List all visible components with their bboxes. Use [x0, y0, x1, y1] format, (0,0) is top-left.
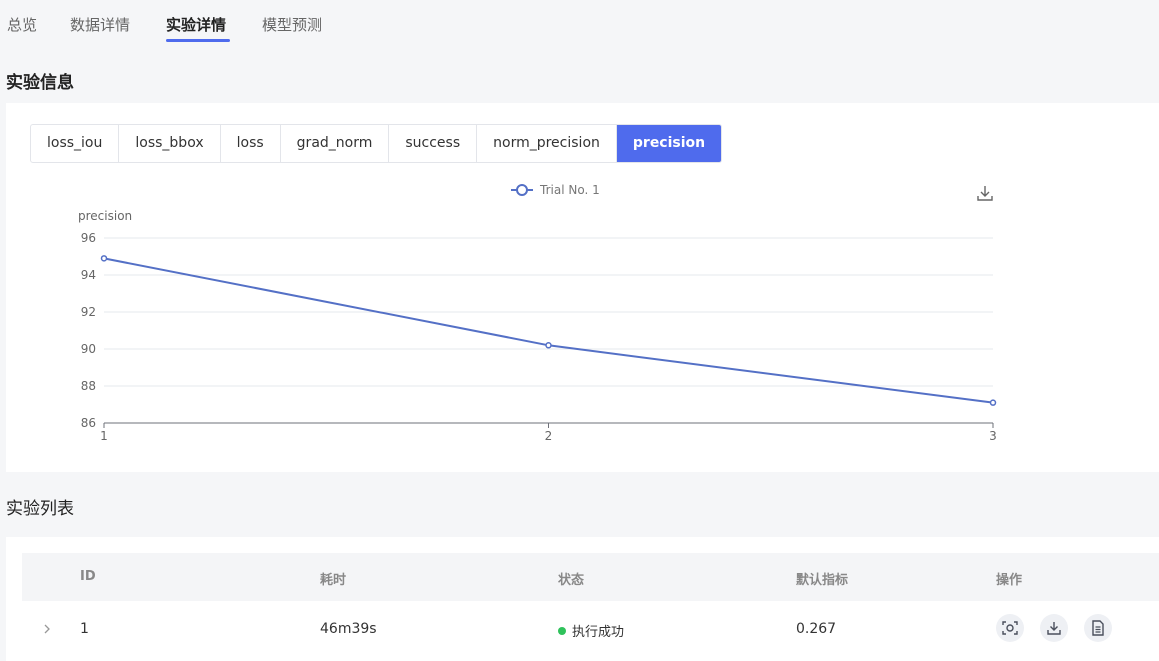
y-tick-label: 86 [81, 416, 96, 430]
column-header-metric: 默认指标 [796, 573, 849, 588]
y-tick-label: 94 [81, 268, 96, 282]
experiment-list-title: 实验列表 [6, 499, 74, 519]
legend-marker [516, 184, 528, 196]
metric-tab-precision[interactable]: precision [616, 125, 722, 162]
tab-experiment-details[interactable]: 实验详情 [166, 14, 226, 35]
screenshot-icon[interactable] [996, 614, 1024, 642]
y-axis-label: precision [78, 209, 132, 223]
row-id: 1 [80, 621, 89, 637]
column-header-duration: 耗时 [320, 573, 347, 588]
x-tick-label: 1 [100, 429, 108, 443]
metric-tab-group: loss_iou loss_bbox loss grad_norm succes… [30, 124, 723, 163]
data-point [100, 255, 108, 262]
tab-overview[interactable]: 总览 [7, 14, 37, 35]
tab-data-details[interactable]: 数据详情 [70, 14, 130, 35]
metric-tab-success[interactable]: success [389, 125, 478, 162]
x-tick-label: 2 [545, 429, 553, 443]
table-header: ID 耗时 状态 默认指标 操作 [22, 553, 1159, 601]
metric-tab-grad-norm[interactable]: grad_norm [281, 125, 390, 162]
column-header-actions: 操作 [996, 573, 1023, 588]
data-point [989, 399, 997, 406]
download-icon[interactable] [976, 184, 996, 204]
download-icon[interactable] [1040, 614, 1068, 642]
row-metric: 0.267 [796, 621, 837, 637]
experiment-info-title: 实验信息 [6, 73, 74, 93]
column-header-id: ID [80, 569, 96, 584]
metric-tab-norm-precision[interactable]: norm_precision [477, 125, 617, 162]
metric-tab-loss[interactable]: loss [221, 125, 281, 162]
status-text: 执行成功 [572, 625, 625, 640]
document-icon[interactable] [1084, 614, 1112, 642]
y-tick-label: 90 [81, 342, 96, 356]
y-tick-label: 88 [81, 379, 96, 393]
top-tab-bar: 总览 数据详情 实验详情 模型预测 [0, 0, 1159, 44]
legend-label: Trial No. 1 [539, 183, 600, 197]
chevron-right-icon[interactable] [42, 621, 54, 635]
series-line-trial-1 [103, 257, 994, 404]
data-point [545, 342, 552, 349]
x-tick-label: 3 [989, 429, 997, 443]
metric-tab-loss-iou[interactable]: loss_iou [31, 125, 120, 162]
experiment-info-card: loss_iou loss_bbox loss grad_norm succes… [6, 103, 1159, 472]
active-tab-indicator [166, 39, 230, 42]
status-dot-icon [558, 627, 566, 635]
column-header-status: 状态 [558, 573, 585, 588]
tab-model-prediction[interactable]: 模型预测 [262, 14, 322, 35]
metric-tab-loss-bbox[interactable]: loss_bbox [119, 125, 221, 162]
table-row[interactable]: 1 46m39s 执行成功 0.267 [22, 601, 1159, 657]
row-status: 执行成功 [558, 621, 624, 640]
experiment-table: ID 耗时 状态 默认指标 操作 1 46m39s 执行成功 0.267 [6, 537, 1159, 661]
y-tick-label: 96 [81, 231, 96, 245]
precision-line-chart: Trial No. 1 precision 96 94 92 90 88 86 1 2 3 [78, 183, 997, 443]
y-tick-label: 92 [81, 305, 96, 319]
row-duration: 46m39s [320, 621, 377, 637]
